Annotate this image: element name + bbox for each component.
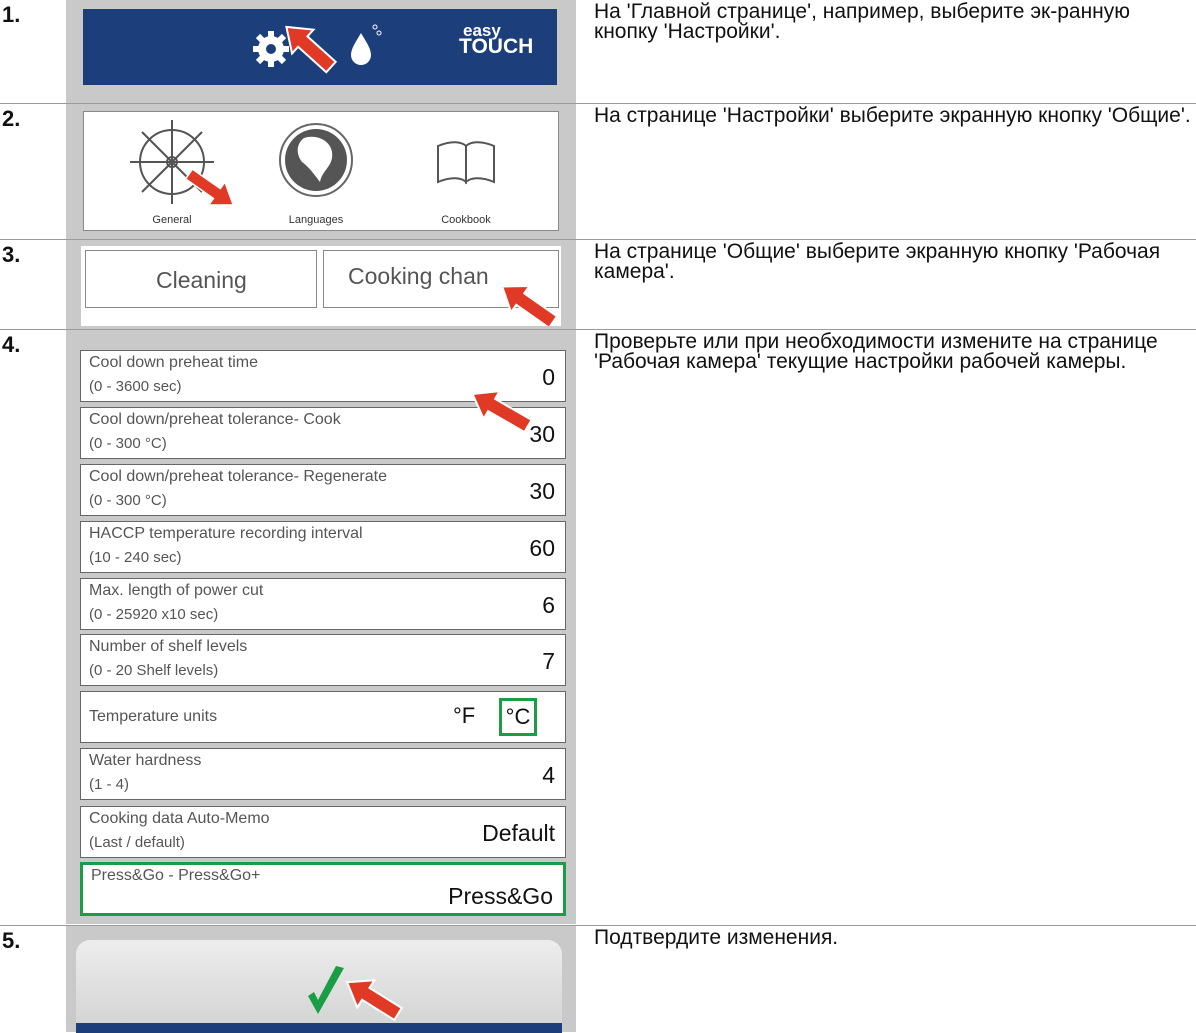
step-instruction: На странице 'Общие' выберите экранную кн…	[594, 240, 1161, 283]
settings-icons-panel: General Languages Cookbook	[83, 111, 559, 231]
screenshot-home-bar: ? easy TOUCH	[66, 0, 576, 103]
step-1: 1. ?	[0, 0, 1196, 103]
general-wheel-icon	[130, 120, 214, 204]
general-buttons: Cleaning Cooking chan	[81, 246, 561, 326]
step-instruction: На странице 'Настройки' выберите экранну…	[594, 104, 1191, 127]
screenshot-confirm	[66, 926, 576, 1033]
easytouch-logo: easy TOUCH	[459, 21, 534, 58]
easytouch-header: ? easy TOUCH	[83, 9, 557, 85]
setting-row-temperature-units: Temperature units °F °C	[80, 691, 566, 743]
pointer-arrow-icon	[345, 979, 404, 1022]
step-number: 2.	[2, 106, 21, 131]
step-instruction: На 'Главной странице', например, выберит…	[594, 0, 1131, 43]
confirm-checkmark-icon[interactable]	[308, 966, 344, 1014]
step-number: 4.	[2, 332, 21, 357]
fahrenheit-option[interactable]: °F	[453, 703, 475, 729]
drop-icon	[351, 33, 371, 65]
step-instruction: Подтвердите изменения.	[594, 926, 839, 949]
confirm-area	[76, 940, 562, 1033]
pointer-arrow-icon	[471, 389, 533, 434]
step-2: 2. General Languages Cookbook На страниц…	[0, 104, 1196, 239]
book-icon	[437, 141, 495, 185]
pointer-arrow-icon	[500, 284, 559, 326]
setting-row[interactable]: Water hardness (1 - 4) 4	[80, 748, 566, 800]
screenshot-cooking-chamber-settings: Cool down preheat time (0 - 3600 sec) 0 …	[66, 330, 576, 924]
setting-row[interactable]: Cooking data Auto-Memo (Last / default) …	[80, 806, 566, 858]
setting-row[interactable]: Max. length of power cut (0 - 25920 x10 …	[80, 578, 566, 630]
step-number: 5.	[2, 928, 21, 953]
setting-row[interactable]: Cool down/preheat tolerance- Regenerate …	[80, 464, 566, 516]
step-number: 3.	[2, 242, 21, 267]
screenshot-settings-menu: General Languages Cookbook	[66, 104, 576, 239]
step-5: 5. Подтвердите изменения.	[0, 926, 1196, 1033]
setting-row[interactable]: Number of shelf levels (0 - 20 Shelf lev…	[80, 634, 566, 686]
globe-icon	[279, 123, 353, 197]
step-3: 3. Cleaning Cooking chan На странице 'Об…	[0, 240, 1196, 329]
screenshot-general-tabs: Cleaning Cooking chan	[66, 240, 576, 329]
menu-item-cookbook[interactable]: Cookbook	[406, 214, 526, 226]
menu-item-general[interactable]: General	[112, 214, 232, 226]
step-number: 1.	[2, 2, 21, 27]
setting-row[interactable]: HACCP temperature recording interval (10…	[80, 521, 566, 573]
menu-item-languages[interactable]: Languages	[256, 214, 376, 226]
step-instruction: Проверьте или при необходимости измените…	[594, 330, 1158, 373]
celsius-option[interactable]: °C	[499, 698, 537, 736]
step-4: 4. Cool down preheat time (0 - 3600 sec)…	[0, 330, 1196, 924]
setting-row-press-go[interactable]: Press&Go - Press&Go+ Press&Go	[80, 862, 566, 916]
